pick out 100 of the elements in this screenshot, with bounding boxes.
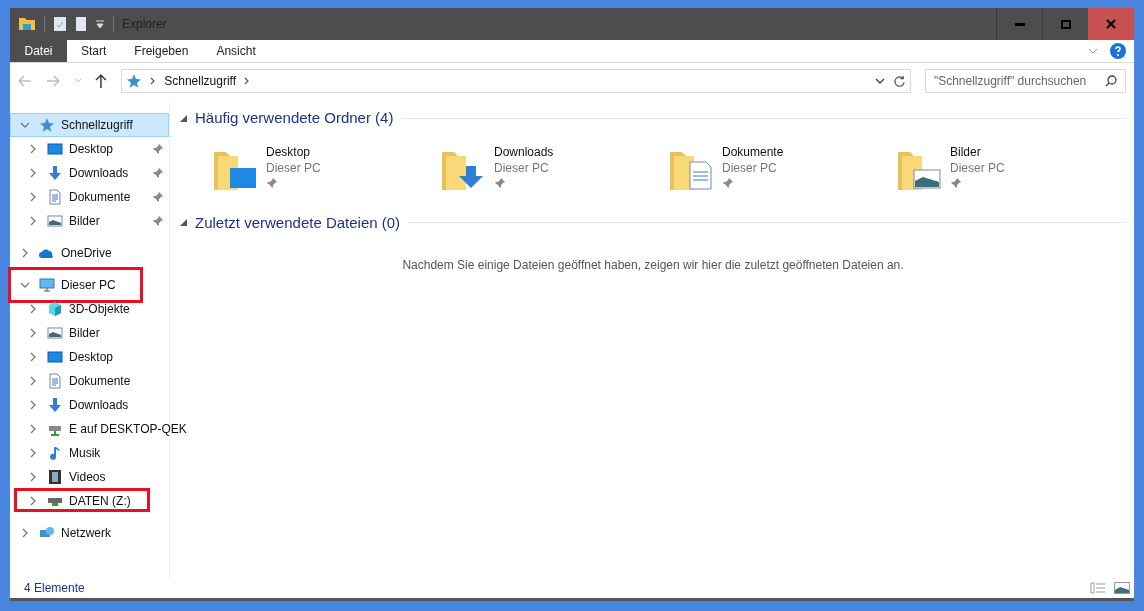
collapse-chevron-icon[interactable] [20,280,30,290]
tree-item[interactable]: Downloads [10,161,169,185]
folder-name: Bilder [950,143,982,160]
expand-chevron-icon[interactable] [20,248,30,258]
ribbon-tab[interactable]: Datei [10,40,67,62]
dropdown-arrow-icon[interactable] [95,19,105,29]
folder-icon [18,16,36,32]
film-icon [47,469,63,485]
folder-location: Dieser PC [494,159,550,176]
breadcrumb-chevron-icon [150,77,157,85]
folder-tile[interactable]: Bilder Dieser PC [896,143,1124,192]
large-icons-view-icon[interactable] [1114,582,1130,594]
tree-item-label: DATEN (Z:) [69,493,131,510]
help-icon[interactable] [1110,43,1126,59]
expand-chevron-icon[interactable] [28,424,38,434]
expand-chevron-icon[interactable] [28,448,38,458]
tree-item[interactable]: Schnellzugriff [10,113,169,137]
dropdown-chevron-icon[interactable] [874,77,885,85]
expand-chevron-icon[interactable] [28,376,38,386]
section-heading[interactable]: Zuletzt verwendete Dateien (0) [195,211,401,234]
folder-name: Downloads [494,143,554,160]
ribbon-tab[interactable]: Start [67,40,121,62]
tree-item[interactable]: Dieser PC [10,273,169,297]
tree-item-label: Downloads [69,397,129,414]
tree-item-label: OneDrive [61,245,112,262]
breadcrumb-chevron-icon [244,77,251,85]
tree-item-label: Bilder [69,325,100,342]
tree-item[interactable]: Desktop [10,345,169,369]
address-bar[interactable]: Schnellzugriff [121,69,911,93]
expand-chevron-icon[interactable] [28,328,38,338]
expand-chevron-icon[interactable] [20,528,30,538]
expand-chevron-icon[interactable] [28,304,38,314]
empty-message: Nachdem Sie einige Dateien geöffnet haben, zeigen wir hier die zuletzt geöffneten Dateien an. [402,257,904,274]
tree-item[interactable]: Desktop [10,137,169,161]
folder-tile[interactable]: Desktop Dieser PC [212,143,440,192]
cube-icon [47,301,63,317]
search-icon [1105,75,1117,87]
monitor-icon [39,277,55,293]
tree-item[interactable]: Videos [10,465,169,489]
tree-item[interactable]: Netzwerk [10,521,169,545]
tree-item[interactable]: E auf DESKTOP-QEK [10,417,188,441]
tree-item[interactable]: DATEN (Z:) [10,489,169,513]
folder-name: Desktop [266,143,312,160]
expand-chevron-icon[interactable] [28,168,38,178]
ribbon-tab[interactable]: Freigeben [120,40,203,62]
tree-item[interactable]: Musik [10,441,169,465]
breadcrumb[interactable]: Schnellzugriff [164,72,237,90]
minimize-icon [1014,22,1025,26]
up-arrow-icon[interactable] [95,74,108,88]
tree-item-label: E auf DESKTOP-QEK [69,421,187,438]
close-button[interactable] [1088,8,1134,40]
tree-item[interactable]: Dokumente [10,185,169,209]
section-heading[interactable]: Häufig verwendete Ordner (4) [195,107,394,130]
refresh-icon[interactable] [892,74,906,88]
folder-tile[interactable]: Dokumente Dieser PC [668,143,896,192]
tree-item-label: Netzwerk [61,525,111,542]
tree-item[interactable]: Downloads [10,393,169,417]
music-note-icon [47,445,63,461]
document-icon [47,373,63,389]
tree-item-label: Desktop [69,349,114,366]
close-icon [1106,19,1116,29]
expand-ribbon-icon[interactable] [1088,46,1098,56]
maximize-icon [1060,19,1071,29]
tree-item-label: Dieser PC [61,277,116,294]
star-icon [126,73,143,89]
tree-item[interactable]: Bilder [10,209,169,233]
tree-item-label: Videos [69,469,106,486]
expand-chevron-icon[interactable] [28,216,38,226]
tree-item-label: Dokumente [69,189,131,206]
folder-location: Dieser PC [266,159,321,176]
search-field[interactable]: "Schnellzugriff" durchsuchen [924,69,1126,93]
expand-chevron-icon[interactable] [28,192,38,202]
tree-item-label: Downloads [69,165,129,182]
folder-name: Dokumente [722,143,784,160]
folder-tile[interactable]: Downloads Dieser PC [440,143,668,192]
folder-location: Dieser PC [722,159,778,176]
expand-chevron-icon[interactable] [28,144,38,154]
expand-chevron-icon[interactable] [28,400,38,410]
picture-icon [47,325,63,341]
picture-icon [47,213,63,229]
collapse-triangle-icon[interactable] [180,114,187,122]
expand-chevron-icon[interactable] [28,496,38,506]
status-text: 4 Elemente [24,580,85,597]
monitor-icon [47,349,63,365]
collapse-chevron-icon[interactable] [20,120,30,130]
tree-item[interactable]: Dokumente [10,369,169,393]
collapse-triangle-icon[interactable] [180,219,187,227]
ribbon-tab[interactable]: Ansicht [202,40,270,62]
expand-chevron-icon[interactable] [28,472,38,482]
star-icon [39,117,55,133]
tree-item[interactable]: OneDrive [10,241,169,265]
download-arrow-icon [47,397,63,413]
folder-location: Dieser PC [950,159,1005,176]
expand-chevron-icon[interactable] [28,352,38,362]
tree-item-label: Schnellzugriff [61,117,133,134]
tree-item-label: Desktop [69,141,114,158]
document-icon [47,189,63,205]
tree-item[interactable]: Bilder [10,321,169,345]
download-arrow-icon [47,165,63,181]
tree-item[interactable]: 3D-Objekte [10,297,169,321]
